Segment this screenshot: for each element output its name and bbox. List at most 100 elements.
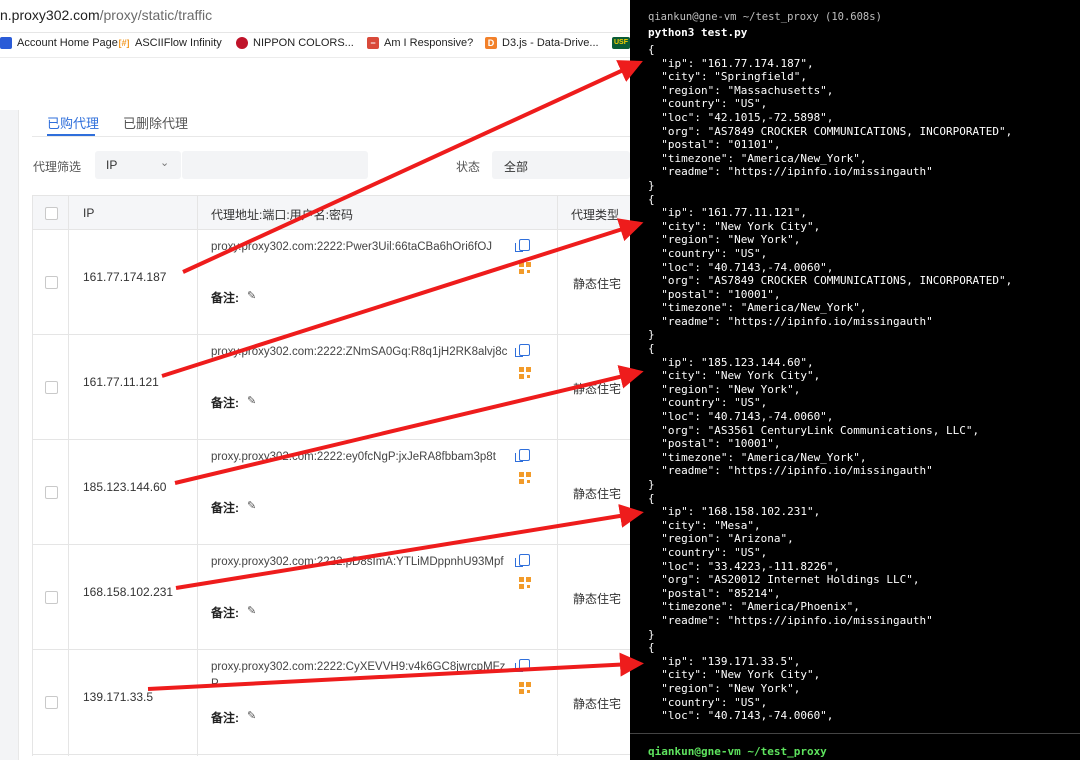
terminal-line: "country": "US", — [648, 545, 768, 559]
terminal-line: "timezone": "America/New_York", — [648, 450, 867, 464]
terminal-line: "city": "Springfield", — [648, 70, 807, 84]
row-note-label: 备注: — [211, 291, 239, 305]
qr-code-icon[interactable] — [519, 262, 531, 274]
terminal-title: qiankun@gne-vm ~/test_proxy (10.608s) — [648, 11, 882, 23]
pencil-icon[interactable]: ✎ — [247, 499, 256, 512]
bookmark-d3js[interactable]: D D3.js - Data-Drive... — [485, 37, 599, 49]
copy-icon[interactable] — [515, 554, 530, 567]
row-proxy-type: 静态住宅 — [573, 382, 622, 396]
row-note-label: 备注: — [211, 501, 239, 515]
row-proxy-address: proxy.proxy302.com:2222:CyXEVVH9:v4k6GC8… — [211, 661, 506, 690]
terminal-line: { — [648, 641, 655, 655]
filter-search-input[interactable] — [182, 151, 368, 179]
copy-icon[interactable] — [515, 449, 530, 462]
qr-code-icon[interactable] — [519, 367, 531, 379]
row-proxy-address: proxy.proxy302.com:2222:Pwer3Uil:66taCBa… — [211, 241, 493, 253]
terminal-line: } — [648, 178, 655, 192]
terminal-prompt[interactable]: qiankun@gne-vm ~/test_proxy — [648, 745, 827, 758]
blue-square-icon — [0, 37, 12, 49]
terminal-line: "city": "New York City", — [648, 668, 821, 682]
row-checkbox[interactable] — [45, 486, 58, 499]
terminal-line: "org": "AS7849 CROCKER COMMUNICATIONS, I… — [648, 124, 1013, 138]
pencil-icon[interactable]: ✎ — [247, 394, 256, 407]
table-header: IP 代理地址:端口:用户名:密码 代理类型 — [33, 196, 630, 230]
row-checkbox[interactable] — [45, 381, 58, 394]
terminal-line: "country": "US", — [648, 695, 768, 709]
terminal-line: "country": "US", — [648, 396, 768, 410]
header-address: 代理地址:端口:用户名:密码 — [211, 208, 354, 222]
filter-type-select[interactable]: IP ⌄ — [95, 151, 181, 179]
terminal-line: "loc": "40.7143,-74.0060", — [648, 260, 834, 274]
terminal-line: "ip": "185.123.144.60", — [648, 355, 814, 369]
terminal-line: } — [648, 627, 655, 641]
bookmark-usf[interactable]: USF — [612, 37, 630, 49]
pencil-icon[interactable]: ✎ — [247, 289, 256, 302]
table-row: 139.171.33.5 proxy.proxy302.com:2222:CyX… — [33, 649, 630, 755]
qr-code-icon[interactable] — [519, 577, 531, 589]
usf-icon: USF — [612, 37, 630, 49]
status-value: 全部 — [504, 160, 529, 174]
filter-type-value: IP — [106, 158, 118, 172]
terminal-line: "org": "AS7849 CROCKER COMMUNICATIONS, I… — [648, 274, 1013, 288]
row-checkbox[interactable] — [45, 591, 58, 604]
row-checkbox[interactable] — [45, 696, 58, 709]
bookmark-am-i-responsive[interactable]: − Am I Responsive? — [367, 37, 473, 49]
terminal-line: "city": "New York City", — [648, 369, 821, 383]
filter-label: 代理筛选 — [33, 160, 82, 174]
tab-purchased-proxies[interactable]: 已购代理 — [47, 113, 99, 132]
proxy-page: 已购代理 已删除代理 代理筛选 IP ⌄ 状态 全部 IP 代理地址:端口:用户… — [0, 58, 630, 760]
terminal-window[interactable]: qiankun@gne-vm ~/test_proxy (10.608s) py… — [630, 0, 1080, 760]
row-note-label: 备注: — [211, 711, 239, 725]
copy-icon[interactable] — [515, 344, 530, 357]
address-bar[interactable]: n.proxy302.com/proxy/static/traffic — [0, 0, 630, 33]
terminal-line: "readme": "https://ipinfo.io/missingauth… — [648, 314, 933, 328]
row-proxy-address: proxy.proxy302.com:2222:pD8sImA:YTLiMDpp… — [211, 556, 504, 568]
d3-icon: D — [485, 37, 497, 49]
header-type[interactable]: 代理类型 — [571, 206, 619, 223]
table-row: 185.123.144.60 proxy.proxy302.com:2222:e… — [33, 439, 630, 545]
terminal-line: "timezone": "America/New_York", — [648, 151, 867, 165]
row-ip: 139.171.33.5 — [83, 690, 154, 704]
bookmark-asciiflow[interactable]: [#] ASCIIFlow Infinity — [118, 37, 222, 49]
row-note-label: 备注: — [211, 396, 239, 410]
terminal-line: "postal": "01101", — [648, 138, 781, 152]
row-ip: 168.158.102.231 — [83, 585, 174, 599]
status-select[interactable]: 全部 — [492, 151, 630, 179]
terminal-line: } — [648, 478, 655, 491]
red-square-icon: − — [367, 37, 379, 49]
proxy-table: IP 代理地址:端口:用户名:密码 代理类型 161.77.174.187 pr… — [32, 195, 630, 756]
table-row: 161.77.11.121 proxy.proxy302.com:2222:ZN… — [33, 334, 630, 440]
row-ip: 161.77.174.187 — [83, 270, 167, 284]
terminal-command: python3 test.py — [648, 26, 748, 39]
url-text[interactable]: n.proxy302.com/proxy/static/traffic — [0, 7, 212, 23]
copy-icon[interactable] — [515, 659, 530, 672]
bookmark-account-home[interactable]: Account Home Page — [0, 37, 118, 49]
row-proxy-type: 静态住宅 — [573, 487, 622, 501]
terminal-line: "timezone": "America/New_York", — [648, 301, 867, 315]
pencil-icon[interactable]: ✎ — [247, 604, 256, 617]
terminal-line: { — [648, 192, 655, 206]
row-proxy-type: 静态住宅 — [573, 592, 622, 606]
terminal-line: "loc": "33.4223,-111.8226", — [648, 559, 841, 573]
select-all-checkbox[interactable] — [45, 207, 58, 220]
terminal-line: "loc": "40.7143,-74.0060", — [648, 709, 834, 723]
terminal-line: "city": "Mesa", — [648, 518, 761, 532]
terminal-line: } — [648, 328, 655, 342]
row-proxy-type: 静态住宅 — [573, 277, 622, 291]
terminal-line: "region": "Arizona", — [648, 532, 794, 546]
terminal-line: "postal": "85214", — [648, 586, 781, 600]
row-proxy-address: proxy.proxy302.com:2222:ey0fcNgP:jxJeRA8… — [211, 451, 496, 463]
terminal-output: { "ip": "161.77.174.187", "city": "Sprin… — [648, 43, 1076, 731]
terminal-line: "readme": "https://ipinfo.io/missingauth… — [648, 464, 933, 478]
asciiflow-icon: [#] — [118, 37, 130, 49]
tab-deleted-proxies[interactable]: 已删除代理 — [123, 113, 188, 132]
qr-code-icon[interactable] — [519, 472, 531, 484]
copy-icon[interactable] — [515, 239, 530, 252]
terminal-line: "city": "New York City", — [648, 219, 821, 233]
status-label: 状态 — [456, 160, 481, 174]
qr-code-icon[interactable] — [519, 682, 531, 694]
bookmark-nippon-colors[interactable]: NIPPON COLORS... — [236, 37, 354, 49]
row-checkbox[interactable] — [45, 276, 58, 289]
pencil-icon[interactable]: ✎ — [247, 709, 256, 722]
terminal-line: "loc": "42.1015,-72.5898", — [648, 110, 834, 124]
